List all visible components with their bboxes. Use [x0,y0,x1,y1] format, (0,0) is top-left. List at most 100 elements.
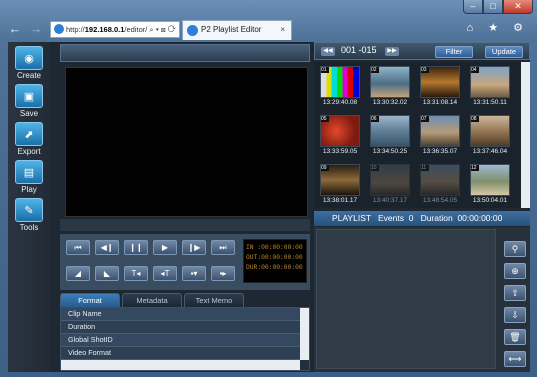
go-start-button[interactable]: ⏮ [66,240,90,255]
minimize-button[interactable]: ‒ [463,0,483,14]
move-down-icon[interactable]: ⇩ [504,307,526,323]
update-button[interactable]: Update [485,46,523,58]
clip-thumbnail[interactable]: 09 [320,164,360,196]
browser-right-icons[interactable]: ⌂ ★ ⚙ [467,21,529,34]
duration-value: 00:00:00:00 [457,213,503,223]
text-out-button[interactable]: ◂T [153,266,177,281]
tab-format[interactable]: Format [60,293,120,308]
trash-icon[interactable]: 🗑 [504,329,526,345]
tab-close-icon[interactable]: × [280,21,285,39]
go-end-button[interactable]: ⏭ [211,240,235,255]
playlist-header: PLAYLIST Events 0 Duration 00:00:00:00 [314,211,530,226]
mark-out-button[interactable]: ◣ [95,266,119,281]
clip-number-badge: 09 [321,165,329,171]
clip-number-badge: 03 [421,67,429,73]
export-icon: ⬈ [15,122,43,146]
window-caption-buttons: ‒ □ ✕ [463,0,533,15]
clip-timecode: 13:50:04.01 [472,197,508,204]
close-window-button[interactable]: ✕ [503,0,533,14]
metadata-row[interactable]: Global ShotID [61,334,309,347]
timecode-out: OUT:00:00:00:00 [246,254,303,261]
mark-in-button[interactable]: ◢ [66,266,90,281]
next-page-icon[interactable]: ▶▶ [385,47,399,56]
clip-thumbnail[interactable]: 12 [470,164,510,196]
clip-range: 001 -015 [341,45,377,55]
clip-thumbnail[interactable]: 06 [370,115,410,147]
clip-thumbnail[interactable]: 04 [470,66,510,98]
floppy-icon: ▣ [15,84,43,108]
clip-thumbnail[interactable]: 01 [320,66,360,98]
sidebar-label: Create [16,71,41,80]
metadata-row[interactable]: Video Format [61,347,309,360]
timecode-in: IN :00:00:00:00 [246,244,303,251]
clip-thumbnail[interactable]: 07 [420,115,460,147]
tab-text-memo[interactable]: Text Memo [184,293,244,308]
sidebar-button-export[interactable]: ⬈ Export [12,122,46,156]
film-icon: ▤ [15,160,43,184]
clip-timecode: 13:31:50.11 [473,99,507,106]
clip-number-badge: 07 [421,116,429,122]
events-value: 0 [408,213,414,223]
step-forward-button[interactable]: ❙▶ [182,240,206,255]
clip-timecode: 13:40:37.17 [372,197,408,204]
move-up-icon[interactable]: ⇧ [504,285,526,301]
clip-thumbnail[interactable]: 08 [470,115,510,147]
wrench-icon: ✎ [15,198,43,222]
search-clip-icon[interactable]: ⚲ [504,241,526,257]
prev-page-icon[interactable]: ◀◀ [321,47,335,56]
url-scheme: http:// [66,25,85,34]
tab-title: P2 Playlist Editor [201,25,262,34]
clip-panel: ◀◀ 001 -015 ▶▶ Filter Update 01 13:29:40.… [314,42,530,372]
sidebar-button-tools[interactable]: ✎ Tools [12,198,46,232]
sidebar-button-play[interactable]: ▤ Play [12,160,46,194]
url-path: /editor/ [124,25,148,34]
pause-button[interactable]: ❙❙ [124,240,148,255]
clip-thumbnail[interactable]: 05 [320,115,360,147]
sidebar-button-save[interactable]: ▣ Save [12,84,46,118]
clip-thumbnail-grid: 01 13:29:40.08 02 13:30:32.02 03 13:31:08.14 0… [314,62,521,208]
transport-controls: IN :00:00:00:00 OUT:00:00:00:00 DUR:00:0… [60,234,310,290]
playlist-title: PLAYLIST [332,213,371,223]
sidebar-label: Export [17,147,41,156]
metadata-vertical-scrollbar[interactable] [300,308,309,360]
forward-arrow-icon[interactable]: → [27,20,45,38]
insert-clip-button[interactable]: ▪▾ [182,266,206,281]
playlist-body: ⚲ ⊕ ⇧ ⇩ 🗑 ⟷ [314,227,530,372]
clip-timecode: 13:31:08.14 [422,99,458,106]
playlist-events-list[interactable] [316,229,496,369]
back-arrow-icon[interactable]: ← [6,20,24,38]
metadata-row[interactable]: Duration [61,321,309,334]
clip-thumbnail[interactable]: 02 [370,66,410,98]
duration-label: Duration [420,213,453,223]
address-tools[interactable]: ⌕ ▾ ⊠ ⟳ [147,25,175,34]
metadata-table: Clip Name Duration Global ShotID Video Form… [60,307,310,371]
metadata-rows: Clip Name Duration Global ShotID Video Form… [61,308,309,360]
browser-tab[interactable]: P2 Playlist Editor × [182,20,292,40]
append-clip-button[interactable]: ▪▸ [211,266,235,281]
play-button[interactable]: ▶ [153,240,177,255]
fit-icon[interactable]: ⟷ [504,351,526,367]
tab-metadata[interactable]: Metadata [122,293,182,308]
clip-thumbnail[interactable]: 03 [420,66,460,98]
filter-button[interactable]: Filter [435,46,473,58]
locate-icon[interactable]: ⊕ [504,263,526,279]
metadata-row[interactable]: Clip Name [61,308,309,321]
clip-number-badge: 02 [371,67,379,73]
maximize-button[interactable]: □ [483,0,503,14]
clip-thumbnail[interactable]: 10 [370,164,410,196]
step-back-button[interactable]: ◀❙ [95,240,119,255]
clip-number-badge: 11 [421,165,429,171]
video-preview [65,67,308,217]
address-bar[interactable]: http://192.168.0.1/editor/ ⌕ ▾ ⊠ ⟳ [50,21,180,38]
thumbnail-scrollbar[interactable] [521,62,530,208]
metadata-horizontal-scrollbar[interactable] [61,360,300,370]
clip-timecode: 13:29:40.08 [322,99,358,106]
player-divider [60,219,310,231]
clip-number-badge: 05 [321,116,329,122]
sidebar-label: Play [21,185,37,194]
player-area: IN :00:00:00:00 OUT:00:00:00:00 DUR:00:0… [54,44,312,372]
sidebar-button-create[interactable]: ◉ Create [12,46,46,80]
text-in-button[interactable]: T◂ [124,266,148,281]
clip-thumbnail[interactable]: 11 [420,164,460,196]
url-host: 192.168.0.1 [84,25,125,34]
